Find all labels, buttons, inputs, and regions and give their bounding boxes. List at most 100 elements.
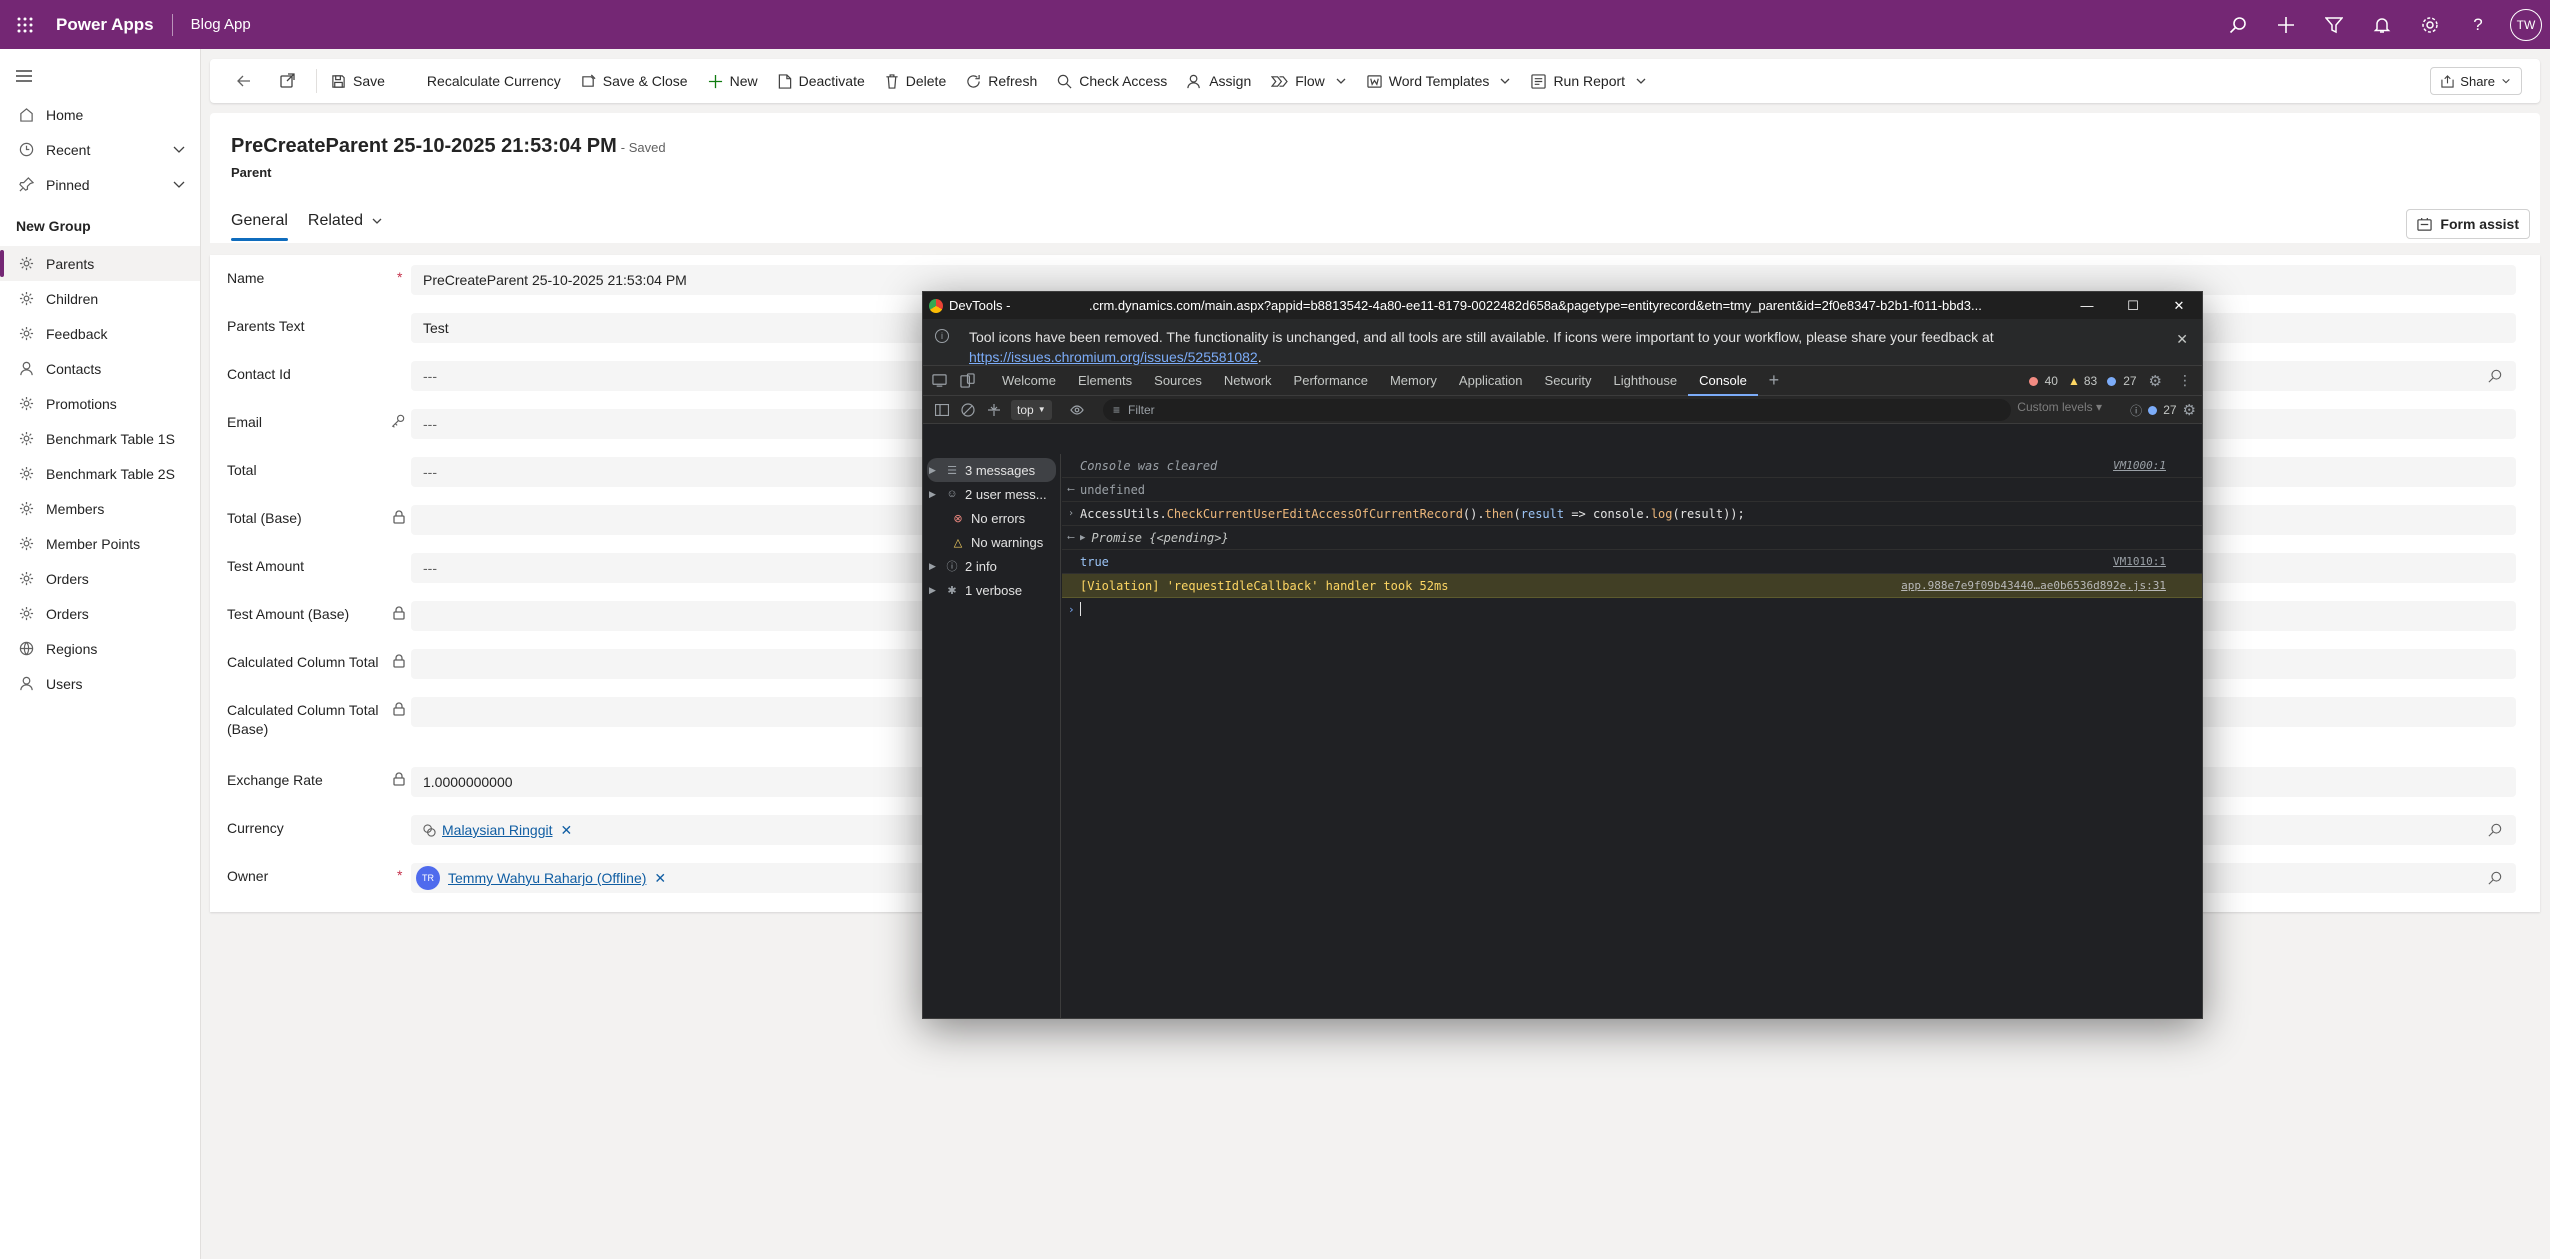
sidebar-item-contacts[interactable]: Contacts <box>0 351 200 386</box>
tab-related[interactable]: Related <box>308 201 383 241</box>
create-live-expression-icon[interactable] <box>981 397 1007 423</box>
chevron-down-icon[interactable] <box>1635 75 1647 87</box>
sidebar-item-home[interactable]: Home <box>0 97 200 132</box>
sidebar-info[interactable]: ▶ ⓘ 2 info <box>923 554 1060 578</box>
sidebar-item-members[interactable]: Members <box>0 491 200 526</box>
maximize-icon[interactable]: ☐ <box>2110 292 2156 319</box>
delete-button[interactable]: Delete <box>875 59 956 103</box>
search-icon[interactable] <box>2488 871 2502 888</box>
sidebar-item-children[interactable]: Children <box>0 281 200 316</box>
sidebar-user-messages[interactable]: ▶ ☺ 2 user mess... <box>923 482 1060 506</box>
device-toolbar-icon[interactable] <box>955 366 979 396</box>
sidebar-messages[interactable]: ▶ ☰ 3 messages <box>927 458 1056 482</box>
check-access-button[interactable]: Check Access <box>1047 59 1177 103</box>
sidebar-item-benchmark-table-1s[interactable]: Benchmark Table 1S <box>0 421 200 456</box>
filter-icon[interactable] <box>2310 0 2358 49</box>
source-link[interactable]: VM1000:1 <box>2113 459 2166 472</box>
add-tab-icon[interactable]: + <box>1762 366 1786 396</box>
assign-button[interactable]: Assign <box>1177 59 1261 103</box>
filter-input[interactable]: ≡ Filter <box>1103 399 2011 421</box>
open-new-window-button[interactable] <box>269 59 312 103</box>
issues-count[interactable]: 27 <box>2163 403 2176 417</box>
search-icon[interactable] <box>2214 0 2262 49</box>
help-icon[interactable]: ? <box>2454 0 2502 49</box>
log-levels-select[interactable]: Custom levels ▾ <box>2017 400 2102 414</box>
refresh-button[interactable]: Refresh <box>956 59 1047 103</box>
tab-general[interactable]: General <box>231 201 288 241</box>
app-launcher-icon[interactable] <box>0 0 50 49</box>
deactivate-button[interactable]: Deactivate <box>768 59 875 103</box>
sidebar-verbose[interactable]: ▶ ✱ 1 verbose <box>923 578 1060 602</box>
gear-icon[interactable]: ⚙ <box>2183 401 2196 419</box>
app-name[interactable]: Power Apps <box>56 15 154 35</box>
sidebar-item-orders[interactable]: Orders <box>0 561 200 596</box>
minimize-icon[interactable]: — <box>2064 292 2110 319</box>
search-icon[interactable] <box>2488 369 2502 386</box>
clear-console-icon[interactable] <box>955 397 981 423</box>
word-templates-button[interactable]: Word Templates <box>1357 59 1522 103</box>
close-icon[interactable]: ✕ <box>2176 331 2188 348</box>
promise-label[interactable]: Promise <box>1091 531 1142 545</box>
sidebar-item-parents[interactable]: Parents <box>0 246 200 281</box>
tab-sources[interactable]: Sources <box>1143 366 1213 396</box>
tab-performance[interactable]: Performance <box>1283 366 1379 396</box>
owner-link[interactable]: Temmy Wahyu Raharjo (Offline) <box>448 870 646 886</box>
console-prompt[interactable]: › <box>1062 598 2202 620</box>
sidebar-item-promotions[interactable]: Promotions <box>0 386 200 421</box>
close-icon[interactable]: ✕ <box>2156 292 2202 319</box>
tab-welcome[interactable]: Welcome <box>991 366 1067 396</box>
chevron-down-icon[interactable] <box>172 177 186 194</box>
info-icon[interactable]: ⓘ <box>2130 402 2142 419</box>
flow-button[interactable]: Flow <box>1261 59 1357 103</box>
search-icon[interactable] <box>2488 823 2502 840</box>
back-button[interactable] <box>226 59 269 103</box>
plus-icon[interactable] <box>2262 0 2310 49</box>
sidebar-item-recent[interactable]: Recent <box>0 132 200 167</box>
recalculate-currency-button[interactable]: Recalculate Currency <box>417 59 571 103</box>
sidebar-errors[interactable]: ⊗ No errors <box>923 506 1060 530</box>
sidebar-item-pinned[interactable]: Pinned <box>0 167 200 202</box>
eye-icon[interactable] <box>1064 397 1090 423</box>
tab-application[interactable]: Application <box>1448 366 1534 396</box>
devtools-titlebar[interactable]: DevTools - .crm.dynamics.com/main.aspx?a… <box>923 292 2202 319</box>
chevron-down-icon[interactable] <box>1499 75 1511 87</box>
expand-arrow-icon[interactable]: ▶ <box>1080 533 1085 543</box>
gear-icon[interactable] <box>2406 0 2454 49</box>
sidebar-item-orders[interactable]: Orders <box>0 596 200 631</box>
sidebar-toggle-icon[interactable] <box>929 397 955 423</box>
expand-arrow-icon[interactable]: ▶ <box>929 489 941 500</box>
expand-arrow-icon[interactable]: ▶ <box>929 585 941 596</box>
expand-arrow-icon[interactable]: ▶ <box>929 561 941 572</box>
tab-security[interactable]: Security <box>1534 366 1603 396</box>
sidebar-item-feedback[interactable]: Feedback <box>0 316 200 351</box>
tab-memory[interactable]: Memory <box>1379 366 1448 396</box>
remove-currency-icon[interactable]: ✕ <box>561 822 573 839</box>
share-button[interactable]: Share <box>2430 67 2522 95</box>
bell-icon[interactable] <box>2358 0 2406 49</box>
tab-console[interactable]: Console <box>1688 366 1758 396</box>
app-title[interactable]: Blog App <box>191 16 251 33</box>
chevron-down-icon[interactable] <box>172 142 186 159</box>
issue-counts[interactable]: 40 ▲ 83 27 ⚙ <box>2028 366 2162 396</box>
sidebar-warnings[interactable]: △ No warnings <box>923 530 1060 554</box>
sidebar-item-member-points[interactable]: Member Points <box>0 526 200 561</box>
form-assist-button[interactable]: Form assist <box>2406 209 2530 239</box>
run-report-button[interactable]: Run Report <box>1521 59 1657 103</box>
context-select[interactable]: top ▼ <box>1011 399 1052 420</box>
feedback-link[interactable]: https://issues.chromium.org/issues/52558… <box>969 349 1258 365</box>
chevron-down-icon[interactable] <box>1335 75 1347 87</box>
source-link[interactable]: VM1010:1 <box>2113 555 2166 568</box>
sidebar-item-regions[interactable]: Regions <box>0 631 200 666</box>
expand-arrow-icon[interactable]: ▶ <box>929 465 941 476</box>
sidebar-item-benchmark-table-2s[interactable]: Benchmark Table 2S <box>0 456 200 491</box>
gear-icon[interactable]: ⚙ <box>2149 372 2162 390</box>
save-close-button[interactable]: Save & Close <box>571 59 698 103</box>
new-button[interactable]: New <box>698 59 768 103</box>
tab-network[interactable]: Network <box>1213 366 1283 396</box>
more-options-icon[interactable]: ⋮ <box>2178 372 2192 389</box>
tab-lighthouse[interactable]: Lighthouse <box>1603 366 1689 396</box>
remove-owner-icon[interactable]: ✕ <box>654 870 666 887</box>
source-link[interactable]: app.988e7e9f09b43440…ae0b6536d892e.js:31 <box>1901 579 2166 592</box>
save-button[interactable]: Save <box>321 59 395 103</box>
tab-elements[interactable]: Elements <box>1067 366 1143 396</box>
